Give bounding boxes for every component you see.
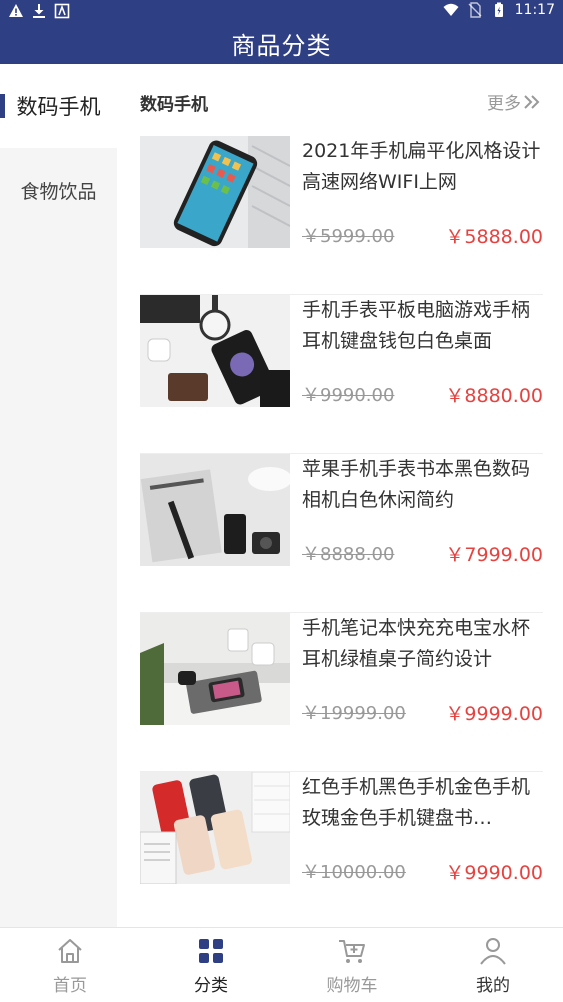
home-icon — [58, 939, 82, 963]
grid-icon — [199, 939, 223, 963]
cart-icon — [339, 940, 365, 963]
clock: 11:17 — [514, 2, 555, 18]
category-sidebar: 数码手机 食物饮品 — [0, 64, 117, 927]
battery-icon — [494, 2, 503, 17]
notification-icons — [8, 3, 70, 19]
product-item[interactable]: 手机笔记本快充充电宝水杯耳机绿植桌子简约设计 ￥19999.00 ￥9999.0… — [140, 613, 543, 772]
sidebar-item-label: 食物饮品 — [20, 180, 97, 203]
product-image — [140, 295, 290, 407]
sale-price: ￥9999.00 — [445, 703, 543, 725]
bottom-tab-bar: 首页 分类 购物车 我的 — [0, 927, 563, 1002]
tab-label: 首页 — [53, 976, 87, 996]
tab-category[interactable]: 分类 — [141, 928, 281, 1002]
original-price: ￥10000.00 — [302, 862, 406, 883]
product-name: 2021年手机扁平化风格设计高速网络WIFI上网 — [302, 140, 541, 193]
product-item[interactable]: 红色手机黑色手机金色手机玫瑰金色手机键盘书… ￥10000.00 ￥9990.0… — [140, 772, 543, 931]
product-item[interactable]: 手机手表平板电脑游戏手柄耳机键盘钱包白色桌面 ￥9990.00 ￥8880.00 — [140, 295, 543, 454]
original-price: ￥8888.00 — [302, 544, 395, 565]
user-icon — [480, 938, 506, 965]
no-sim-icon — [468, 2, 482, 18]
product-image — [140, 613, 290, 725]
product-image — [140, 454, 290, 566]
sale-price: ￥9990.00 — [445, 862, 543, 884]
sale-price: ￥7999.00 — [445, 544, 543, 566]
status-bar: 11:17 — [0, 0, 563, 24]
tab-cart[interactable]: 购物车 — [282, 928, 422, 1002]
app-header: 11:17 商品分类 — [0, 0, 563, 64]
sidebar-item-digital-phones[interactable]: 数码手机 — [0, 64, 117, 148]
product-item[interactable]: 2021年手机扁平化风格设计高速网络WIFI上网 ￥5999.00 ￥5888.… — [140, 136, 543, 295]
product-image — [140, 772, 290, 884]
download-icon — [33, 4, 45, 18]
tab-label: 分类 — [194, 976, 228, 996]
original-price: ￥9990.00 — [302, 385, 395, 406]
tab-label: 我的 — [476, 976, 510, 996]
page-title: 商品分类 — [231, 32, 332, 60]
tab-home[interactable]: 首页 — [0, 928, 140, 1002]
product-list-panel: 数码手机 更多 2021年手机扁平化风格设计高速网络WIFI上网 ￥5999.0… — [117, 64, 563, 931]
section-title: 数码手机 — [140, 95, 208, 115]
double-chevron-right-icon — [524, 94, 540, 109]
product-name: 手机笔记本快充充电宝水杯耳机绿植桌子简约设计 — [302, 617, 531, 670]
wifi-icon — [443, 3, 459, 16]
active-indicator — [0, 94, 5, 118]
product-name: 红色手机黑色手机金色手机玫瑰金色手机键盘书… — [302, 776, 531, 829]
product-item[interactable]: 苹果手机手表书本黑色数码相机白色休闲简约 ￥8888.00 ￥7999.00 — [140, 454, 543, 613]
sale-price: ￥8880.00 — [445, 385, 543, 407]
original-price: ￥5999.00 — [302, 226, 395, 247]
sidebar-item-food-drinks[interactable]: 食物饮品 — [0, 148, 117, 232]
more-label: 更多 — [487, 94, 521, 114]
tab-label: 购物车 — [326, 976, 378, 996]
product-name: 苹果手机手表书本黑色数码相机白色休闲简约 — [302, 458, 531, 511]
system-status: 11:17 — [443, 2, 555, 18]
product-name: 手机手表平板电脑游戏手柄耳机键盘钱包白色桌面 — [302, 299, 531, 352]
sale-price: ￥5888.00 — [445, 226, 543, 248]
tab-profile[interactable]: 我的 — [423, 928, 563, 1002]
warning-icon — [9, 4, 23, 17]
app-notification-icon — [54, 3, 70, 19]
product-image — [140, 136, 290, 248]
original-price: ￥19999.00 — [302, 703, 406, 724]
sidebar-item-label: 数码手机 — [16, 95, 101, 119]
more-link[interactable]: 更多 — [487, 89, 541, 114]
